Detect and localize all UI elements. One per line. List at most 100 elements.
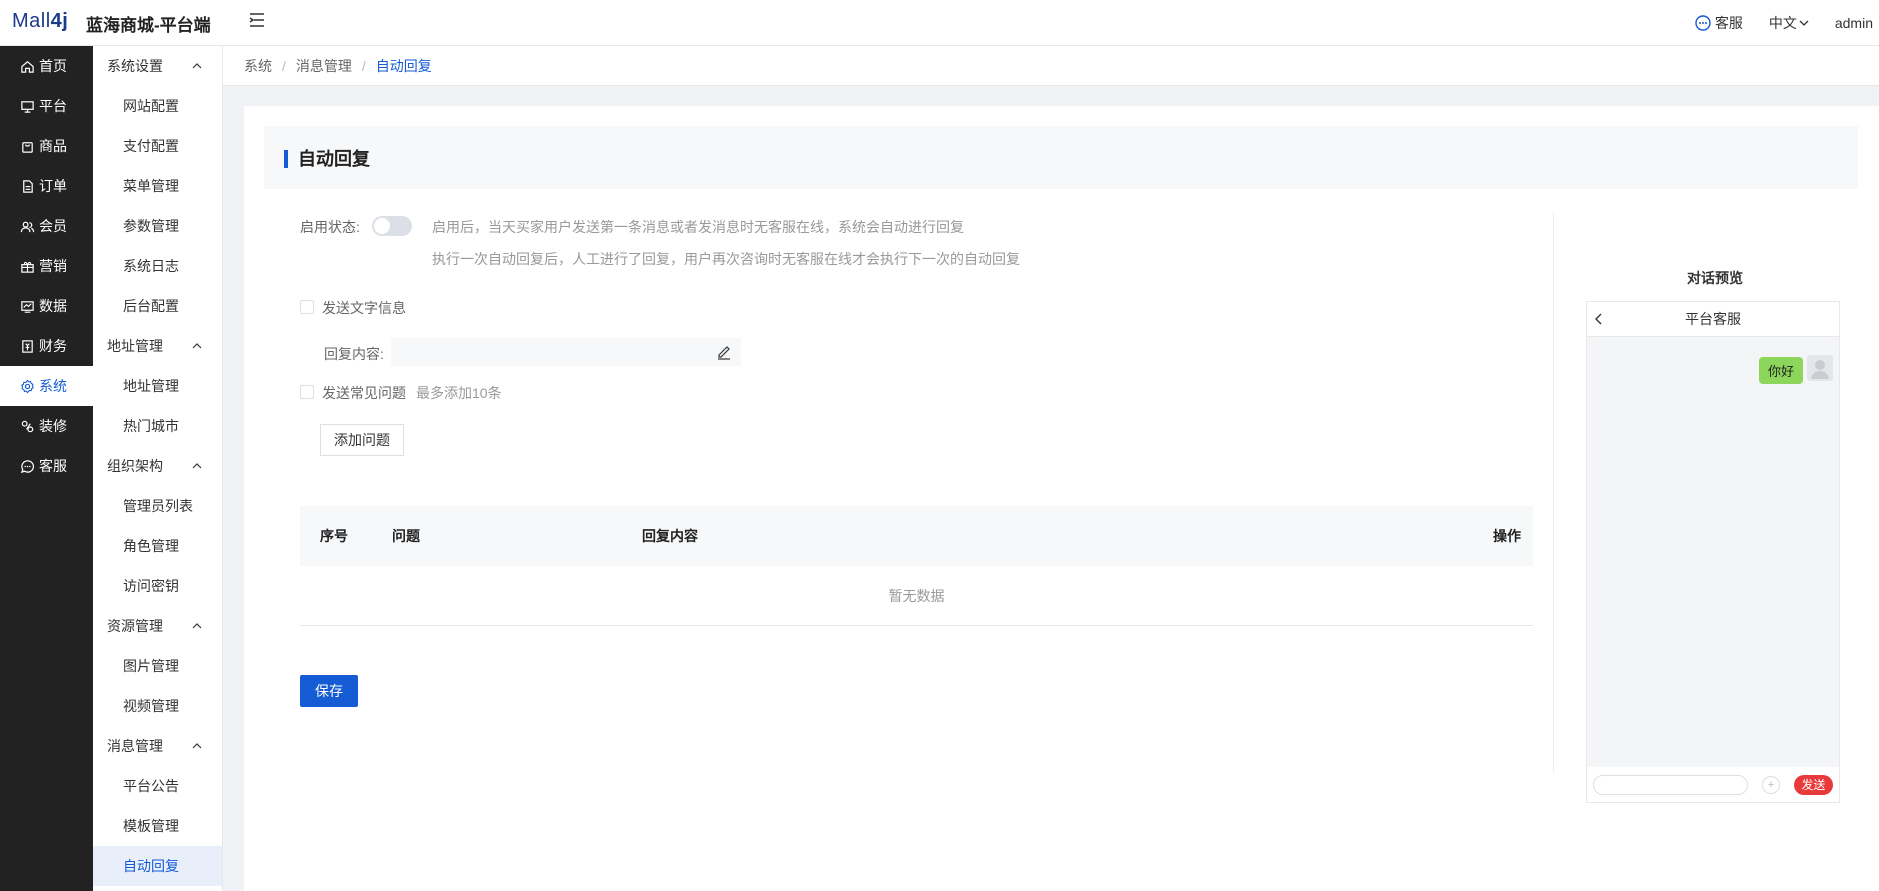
faq-table-header: 序号 问题 回复内容 操作 [300, 506, 1533, 566]
nav-label: 订单 [39, 178, 67, 194]
sub-sidebar: 系统设置 网站配置 支付配置 菜单管理 参数管理 系统日志 后台配置 地址管理 … [93, 46, 223, 891]
chart-icon [21, 300, 34, 313]
chat-icon [20, 459, 34, 473]
save-button[interactable]: 保存 [300, 675, 358, 707]
nav-label: 首页 [39, 58, 67, 74]
nav-item-finance[interactable]: 财务 [0, 326, 93, 366]
sub-item-payment-config[interactable]: 支付配置 [93, 126, 222, 166]
message-bubble: 你好 [1758, 357, 1803, 384]
chat-preview: 平台客服 你好 + 发送 [1586, 301, 1840, 803]
enable-hint-2: 执行一次自动回复后，人工进行了回复，用户再次咨询时无客服在线才会执行下一次的自动… [432, 251, 1020, 267]
header-actions: 客服 中文 admin [1695, 0, 1879, 46]
nav-label: 财务 [39, 338, 67, 354]
nav-item-system[interactable]: 系统 [0, 366, 93, 406]
nav-label: 装修 [39, 418, 67, 434]
page-title-text: 自动回复 [298, 148, 370, 169]
logo[interactable]: Mall4j [12, 10, 68, 33]
table-empty-row: 暂无数据 [300, 566, 1533, 626]
menu-collapse-icon[interactable] [247, 10, 267, 30]
nav-item-platform[interactable]: 平台 [0, 86, 93, 126]
sub-item-platform-notice[interactable]: 平台公告 [93, 766, 222, 806]
nav-label: 商品 [39, 138, 67, 154]
nav-item-marketing[interactable]: 营销 [0, 246, 93, 286]
sub-item-admin-config[interactable]: 后台配置 [93, 286, 222, 326]
logo-suffix: 4j [50, 10, 69, 32]
nav-item-orders[interactable]: 订单 [0, 166, 93, 206]
chevron-up-icon [192, 743, 202, 749]
enable-switch[interactable] [372, 216, 412, 236]
user-name: admin [1834, 15, 1873, 31]
logo-prefix: Mall [12, 10, 51, 32]
nav-label: 数据 [39, 298, 67, 314]
avatar [1807, 355, 1833, 381]
chevron-left-icon[interactable] [1593, 313, 1605, 325]
brand-title: 蓝海商城-平台端 [86, 16, 211, 35]
add-question-button[interactable]: 添加问题 [320, 424, 404, 456]
sub-item-admin-list[interactable]: 管理员列表 [93, 486, 222, 526]
column-actions: 操作 [1493, 528, 1521, 544]
send-button[interactable]: 发送 [1793, 774, 1834, 795]
empty-text: 暂无数据 [888, 587, 945, 604]
language-select[interactable]: 中文 [1769, 13, 1809, 33]
enable-label: 启用状态: [300, 219, 360, 235]
gear-icon [21, 379, 34, 393]
nav-item-decoration[interactable]: 装修 [0, 406, 93, 446]
sub-item-auto-reply[interactable]: 自动回复 [93, 846, 222, 886]
top-bar: Mall4j 蓝海商城-平台端 客服 中文 admin [0, 0, 1879, 46]
sub-item-system-log[interactable]: 系统日志 [93, 246, 222, 286]
sub-item-role-management[interactable]: 角色管理 [93, 526, 222, 566]
send-text-checkbox[interactable] [300, 300, 314, 314]
column-reply: 回复内容 [642, 528, 698, 544]
sub-item-image-management[interactable]: 图片管理 [93, 646, 222, 686]
chat-title: 平台客服 [1685, 311, 1741, 327]
nav-item-service[interactable]: 客服 [0, 446, 93, 486]
chat-body: 你好 [1587, 337, 1839, 767]
column-index: 序号 [320, 528, 348, 544]
nav-item-data[interactable]: 数据 [0, 286, 93, 326]
page-title: 自动回复 [264, 126, 1858, 189]
group-resources[interactable]: 资源管理 [93, 606, 222, 646]
plus-button[interactable]: + [1762, 775, 1780, 794]
group-messages[interactable]: 消息管理 [93, 726, 222, 766]
column-question: 问题 [392, 528, 420, 544]
edit-icon[interactable] [716, 343, 732, 361]
sub-item-menu-management[interactable]: 菜单管理 [93, 166, 222, 206]
sub-item-template-management[interactable]: 模板管理 [93, 806, 222, 846]
content-card: 自动回复 启用状态: 启用后，当天买家用户发送第一条消息或者发消息时无客服在线，… [244, 106, 1879, 891]
chat-input[interactable] [1593, 774, 1749, 795]
customer-service-button[interactable]: 客服 [1695, 13, 1743, 33]
breadcrumb: 系统 / 消息管理 / 自动回复 [223, 46, 1879, 86]
nav-item-goods[interactable]: 商品 [0, 126, 93, 166]
nav-item-home[interactable]: 首页 [0, 46, 93, 86]
gift-icon [21, 261, 34, 273]
group-label: 系统设置 [107, 58, 163, 74]
breadcrumb-item[interactable]: 消息管理 [296, 56, 352, 76]
group-label: 资源管理 [107, 618, 163, 634]
sub-item-address-management[interactable]: 地址管理 [93, 366, 222, 406]
sub-item-hot-cities[interactable]: 热门城市 [93, 406, 222, 446]
reply-label: 回复内容: [324, 346, 384, 362]
chat-footer: + 发送 [1587, 767, 1839, 802]
chevron-up-icon [192, 63, 202, 69]
chat-header: 平台客服 [1587, 302, 1839, 337]
document-icon [23, 179, 33, 193]
group-address[interactable]: 地址管理 [93, 326, 222, 366]
sub-item-access-keys[interactable]: 访问密钥 [93, 566, 222, 606]
group-organization[interactable]: 组织架构 [93, 446, 222, 486]
nav-label: 会员 [39, 218, 67, 234]
send-faq-checkbox[interactable] [300, 385, 314, 399]
breadcrumb-item[interactable]: 系统 [244, 56, 272, 76]
sub-item-video-management[interactable]: 视频管理 [93, 686, 222, 726]
group-system-settings[interactable]: 系统设置 [93, 46, 222, 86]
language-label: 中文 [1768, 15, 1797, 31]
enable-hint-1: 启用后，当天买家用户发送第一条消息或者发消息时无客服在线，系统会自动进行回复 [432, 219, 964, 235]
nav-item-members[interactable]: 会员 [0, 206, 93, 246]
chevron-down-icon [1799, 20, 1809, 26]
preview-divider [1553, 213, 1554, 773]
sub-item-param-management[interactable]: 参数管理 [93, 206, 222, 246]
user-menu[interactable]: admin [1835, 15, 1873, 31]
users-icon [20, 221, 35, 232]
finance-icon [22, 339, 33, 353]
reply-content-input[interactable] [391, 338, 741, 366]
sub-item-site-config[interactable]: 网站配置 [93, 86, 222, 126]
